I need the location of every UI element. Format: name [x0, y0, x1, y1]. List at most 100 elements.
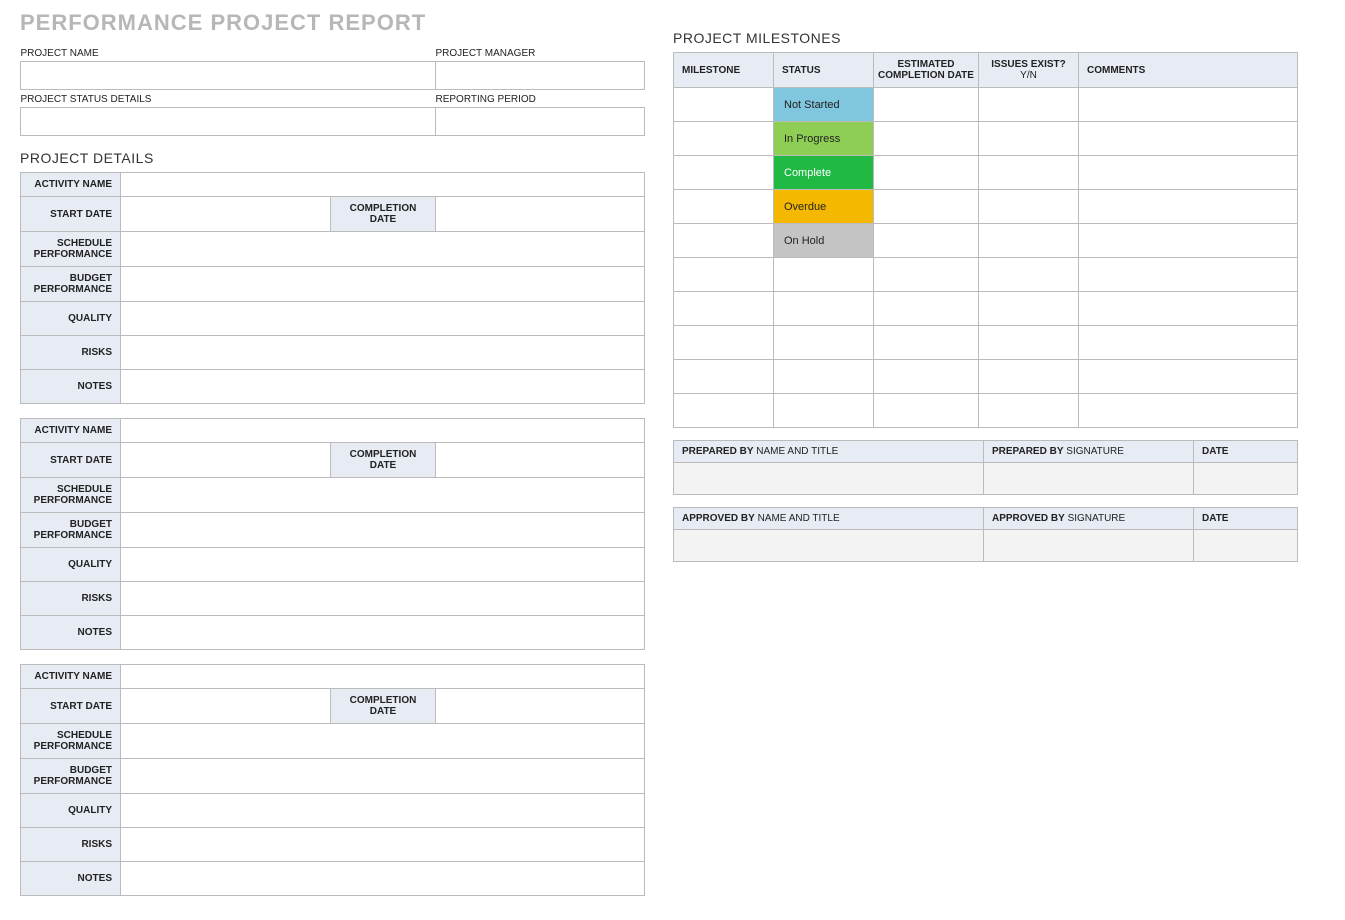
page-title: PERFORMANCE PROJECT REPORT	[20, 10, 645, 36]
issues-cell[interactable]	[979, 292, 1079, 326]
status-cell[interactable]: Not Started	[774, 88, 874, 122]
est-cell[interactable]	[874, 224, 979, 258]
schedule-performance-label: SCHEDULE PERFORMANCE	[21, 478, 121, 513]
est-cell[interactable]	[874, 122, 979, 156]
approved-by-name-field[interactable]	[674, 530, 984, 562]
notes-label: NOTES	[21, 370, 121, 404]
status-cell[interactable]	[774, 258, 874, 292]
quality-field[interactable]	[121, 302, 645, 336]
est-cell[interactable]	[874, 394, 979, 428]
completion-date-label: COMPLETION DATE	[331, 443, 436, 478]
activity-name-label: ACTIVITY NAME	[21, 665, 121, 689]
status-cell[interactable]: On Hold	[774, 224, 874, 258]
completion-date-label: COMPLETION DATE	[331, 689, 436, 724]
comments-cell[interactable]	[1079, 360, 1298, 394]
comments-cell[interactable]	[1079, 88, 1298, 122]
prepared-by-date-field[interactable]	[1194, 463, 1298, 495]
issues-cell[interactable]	[979, 394, 1079, 428]
status-cell[interactable]: In Progress	[774, 122, 874, 156]
table-row	[674, 292, 1298, 326]
risks-field[interactable]	[121, 828, 645, 862]
milestone-cell[interactable]	[674, 156, 774, 190]
start-date-field[interactable]	[121, 197, 331, 232]
comments-cell[interactable]	[1079, 258, 1298, 292]
prepared-by-sig-field[interactable]	[984, 463, 1194, 495]
quality-field[interactable]	[121, 794, 645, 828]
activity-name-field[interactable]	[121, 173, 645, 197]
milestone-cell[interactable]	[674, 258, 774, 292]
est-cell[interactable]	[874, 190, 979, 224]
est-cell[interactable]	[874, 88, 979, 122]
schedule-performance-field[interactable]	[121, 478, 645, 513]
milestone-cell[interactable]	[674, 394, 774, 428]
table-row: Complete	[674, 156, 1298, 190]
milestone-header: MILESTONE	[674, 53, 774, 88]
comments-cell[interactable]	[1079, 156, 1298, 190]
est-cell[interactable]	[874, 156, 979, 190]
issues-cell[interactable]	[979, 156, 1079, 190]
status-cell[interactable]	[774, 394, 874, 428]
issues-cell[interactable]	[979, 258, 1079, 292]
status-details-field[interactable]	[21, 108, 436, 136]
approved-by-block: APPROVED BY NAME AND TITLE APPROVED BY S…	[673, 507, 1298, 562]
issues-cell[interactable]	[979, 360, 1079, 394]
activity-name-field[interactable]	[121, 419, 645, 443]
status-cell[interactable]	[774, 360, 874, 394]
milestone-cell[interactable]	[674, 122, 774, 156]
milestone-cell[interactable]	[674, 224, 774, 258]
status-cell[interactable]	[774, 326, 874, 360]
issues-cell[interactable]	[979, 122, 1079, 156]
issues-cell[interactable]	[979, 190, 1079, 224]
issues-cell[interactable]	[979, 326, 1079, 360]
notes-field[interactable]	[121, 370, 645, 404]
table-row	[674, 258, 1298, 292]
project-manager-label: PROJECT MANAGER	[436, 44, 645, 62]
comments-cell[interactable]	[1079, 394, 1298, 428]
quality-field[interactable]	[121, 548, 645, 582]
est-cell[interactable]	[874, 360, 979, 394]
comments-cell[interactable]	[1079, 224, 1298, 258]
est-cell[interactable]	[874, 326, 979, 360]
status-cell[interactable]: Complete	[774, 156, 874, 190]
comments-cell[interactable]	[1079, 190, 1298, 224]
quality-label: QUALITY	[21, 794, 121, 828]
risks-field[interactable]	[121, 582, 645, 616]
milestone-cell[interactable]	[674, 190, 774, 224]
issues-cell[interactable]	[979, 88, 1079, 122]
completion-date-field[interactable]	[436, 689, 645, 724]
milestone-cell[interactable]	[674, 360, 774, 394]
est-cell[interactable]	[874, 292, 979, 326]
milestone-cell[interactable]	[674, 326, 774, 360]
est-cell[interactable]	[874, 258, 979, 292]
start-date-field[interactable]	[121, 443, 331, 478]
project-manager-field[interactable]	[436, 62, 645, 90]
risks-field[interactable]	[121, 336, 645, 370]
budget-performance-field[interactable]	[121, 267, 645, 302]
start-date-field[interactable]	[121, 689, 331, 724]
project-name-field[interactable]	[21, 62, 436, 90]
status-cell[interactable]: Overdue	[774, 190, 874, 224]
budget-performance-field[interactable]	[121, 759, 645, 794]
prepared-by-name-field[interactable]	[674, 463, 984, 495]
comments-cell[interactable]	[1079, 326, 1298, 360]
milestone-cell[interactable]	[674, 88, 774, 122]
approved-by-sig-field[interactable]	[984, 530, 1194, 562]
completion-date-field[interactable]	[436, 197, 645, 232]
status-cell[interactable]	[774, 292, 874, 326]
reporting-period-field[interactable]	[436, 108, 645, 136]
completion-date-field[interactable]	[436, 443, 645, 478]
comments-cell[interactable]	[1079, 122, 1298, 156]
milestone-cell[interactable]	[674, 292, 774, 326]
schedule-performance-field[interactable]	[121, 724, 645, 759]
schedule-performance-field[interactable]	[121, 232, 645, 267]
budget-performance-field[interactable]	[121, 513, 645, 548]
notes-label: NOTES	[21, 862, 121, 896]
approved-by-date-field[interactable]	[1194, 530, 1298, 562]
issues-cell[interactable]	[979, 224, 1079, 258]
project-info-grid: PROJECT NAME PROJECT MANAGER PROJECT STA…	[20, 44, 645, 136]
notes-field[interactable]	[121, 616, 645, 650]
comments-cell[interactable]	[1079, 292, 1298, 326]
activity-name-field[interactable]	[121, 665, 645, 689]
notes-field[interactable]	[121, 862, 645, 896]
quality-label: QUALITY	[21, 548, 121, 582]
